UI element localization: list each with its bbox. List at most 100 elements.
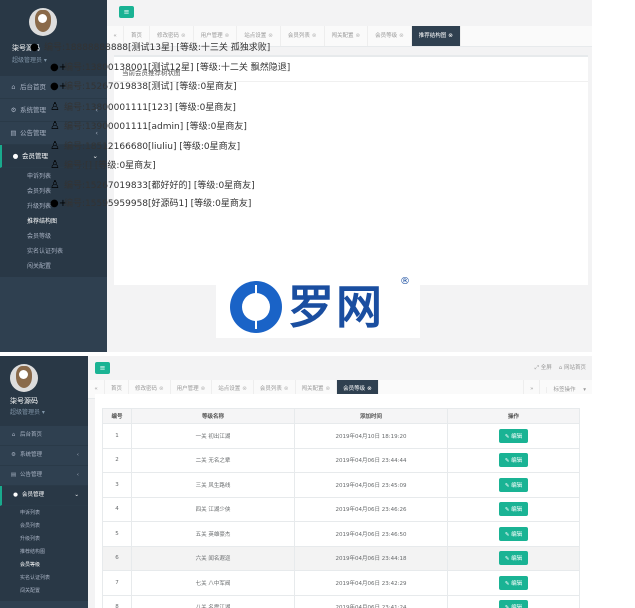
sub-config[interactable]: 闯关配置: [0, 259, 107, 274]
tab-level[interactable]: 会员等级 ⊗: [368, 26, 412, 46]
cell-name: 五关 英雄豪杰: [131, 521, 295, 547]
table-row: 3 三关 风生路线 2019年04月06日 23:45:09 ✎ 编辑: [102, 472, 580, 498]
tree-node[interactable]: ●+编号:13800138001[测试12星] [等级:十二关 飘然隐退]: [30, 58, 290, 78]
folder-icon: ▤: [10, 129, 17, 137]
tree-root[interactable]: ● 编号:18888888888[测试13星] [等级:十三关 孤独求败]: [30, 38, 290, 58]
close-icon[interactable]: ⊗: [242, 386, 247, 392]
close-icon[interactable]: ⊗: [356, 33, 361, 39]
sub-realname[interactable]: 实名认证列表: [0, 244, 107, 259]
cell-name: 八关 名震江湖: [131, 594, 295, 608]
cell-time: 2019年04月06日 23:46:50: [294, 521, 448, 547]
user-role[interactable]: 超级管理员 ▾: [10, 407, 45, 416]
edit-button[interactable]: ✎ 编辑: [498, 575, 529, 590]
tree-node[interactable]: ♙ 编号:18512166680[liuliu] [等级:0星商友]: [30, 136, 290, 156]
cell-id: 3: [102, 472, 132, 498]
edit-button[interactable]: ✎ 编辑: [498, 526, 529, 541]
sub-level[interactable]: 会员等级: [0, 559, 88, 572]
cell-action: ✎ 编辑: [447, 496, 580, 522]
table-row: 6 六关 闻名遐迩 2019年04月06日 23:44:18 ✎ 编辑: [102, 545, 580, 571]
cell-time: 2019年04月06日 23:44:18: [294, 545, 448, 571]
cell-time: 2019年04月06日 23:45:09: [294, 472, 448, 498]
edit-label: 编辑: [511, 507, 523, 514]
close-icon[interactable]: ⊗: [201, 386, 206, 392]
cell-action: ✎ 编辑: [447, 545, 580, 571]
sub-realname[interactable]: 实名认证列表: [0, 572, 88, 585]
close-icon[interactable]: ⊗: [312, 33, 317, 39]
table-row: 8八关 名震江湖2019年04月06日 23:41:24 ✎ 编辑: [102, 594, 580, 608]
avatar[interactable]: [29, 8, 57, 36]
person-icon: ♙: [50, 138, 60, 152]
close-icon[interactable]: ⊗: [399, 33, 404, 39]
close-icon[interactable]: ⊗: [284, 386, 289, 392]
edit-label: 编辑: [511, 531, 523, 538]
sub-tree[interactable]: 推荐结构图: [0, 546, 88, 559]
chevron-left-icon: ‹: [76, 472, 79, 478]
logo-text: 罗网: [288, 280, 384, 334]
home-icon: ⌂: [11, 432, 16, 438]
sub-appeal[interactable]: 申诉列表: [0, 507, 88, 520]
fullscreen-button[interactable]: ⤢ 全屏: [535, 365, 552, 371]
cell-id: 6: [102, 545, 132, 571]
edit-label: 编辑: [511, 482, 523, 489]
menu-toggle-button[interactable]: ≡: [119, 6, 134, 18]
edit-label: 编辑: [511, 433, 523, 440]
level-table: 编号 等级名称 添加时间 操作 1 一关 初出江湖 2019年04月10日 18:1…: [102, 408, 580, 608]
nav-home[interactable]: ⌂ 后台首页: [0, 426, 88, 446]
col-time: 添加时间: [294, 408, 448, 424]
edit-button[interactable]: ✎ 编辑: [498, 502, 529, 517]
user-plus-icon: ●+: [50, 61, 68, 73]
edit-button[interactable]: ✎ 编辑: [498, 428, 529, 443]
user-icon: ●: [30, 42, 39, 53]
edit-label: 编辑: [511, 556, 523, 563]
edit-button[interactable]: ✎ 编辑: [498, 453, 529, 468]
edit-button[interactable]: ✎ 编辑: [498, 551, 529, 566]
nav-member[interactable]: ● 会员管理 ⌄: [0, 486, 88, 506]
sub-tree[interactable]: 推荐结构图: [0, 214, 107, 229]
close-icon[interactable]: ⊗: [448, 33, 453, 39]
cell-name: 二关 无名之辈: [131, 447, 295, 473]
tab-config[interactable]: 闯关配置 ⊗: [325, 26, 369, 46]
watermark-logo: 罗网 ®: [216, 276, 420, 338]
cell-id: 1: [102, 423, 132, 449]
cell-action: ✎ 编辑: [447, 423, 580, 449]
close-icon[interactable]: ⊗: [159, 386, 164, 392]
tree-node[interactable]: ♙ 编号:13900001111[admin] [等级:0星商友]: [30, 116, 290, 136]
chevron-left-icon: ‹: [76, 452, 79, 458]
site-home-button[interactable]: ⌂ 网站首页: [559, 365, 586, 371]
tree-node[interactable]: ♙ 编号:[] [等级:0星商友]: [30, 155, 290, 175]
tab-tree[interactable]: 推荐结构图 ⊗: [411, 26, 461, 46]
nav-system[interactable]: ⚙ 系统管理 ‹: [0, 446, 88, 466]
table-row: 1 一关 初出江湖 2019年04月10日 18:19:20 ✎ 编辑: [102, 423, 580, 449]
cell-name: 四关 江湖少侠: [131, 496, 295, 522]
top-right-tools: ⤢ 全屏 ⌂ 网站首页: [535, 363, 586, 372]
cell-id: 4: [102, 496, 132, 522]
cell-action: ✎ 编辑: [447, 521, 580, 547]
close-icon[interactable]: ⊗: [367, 386, 372, 392]
close-icon[interactable]: ⊗: [326, 386, 331, 392]
tree-node[interactable]: ●+编号:15267019838[测试] [等级:0星商友]: [30, 77, 290, 97]
logo-icon: [230, 281, 282, 333]
profile: 柒号源码 超级管理员 ▾: [0, 356, 88, 426]
sub-upgrade[interactable]: 升级列表: [0, 533, 88, 546]
sidebar: 柒号源码 超级管理员 ▾ ⌂ 后台首页 ⚙ 系统管理 ‹ ▤ 公告管理 ‹ ● 会员管理 ⌄ …: [0, 356, 88, 608]
user-plus-icon: ●+: [50, 81, 68, 92]
table-row: 7 七关 八中军阀 2019年04月06日 23:42:29 ✎ 编辑: [102, 570, 580, 596]
sub-config[interactable]: 闯关配置: [0, 585, 88, 598]
table-row: 5 五关 英雄豪杰 2019年04月06日 23:46:50 ✎ 编辑: [102, 521, 580, 547]
edit-button[interactable]: ✎ 编辑: [498, 600, 529, 608]
menu-toggle-button[interactable]: ≡: [95, 362, 110, 374]
cell-action: ✎ 编辑: [447, 472, 580, 498]
edit-button[interactable]: ✎ 编辑: [498, 477, 529, 492]
cell-id: 5: [102, 521, 132, 547]
tree-node[interactable]: ♙ 编号:13800001111[123] [等级:0星商友]: [30, 97, 290, 117]
cell-id: 8: [102, 594, 132, 608]
user-icon: ●: [12, 152, 19, 160]
sub-member-list[interactable]: 会员列表: [0, 520, 88, 533]
tree-node[interactable]: ●+编号:15595959958[好源码1] [等级:0星商友]: [30, 194, 290, 214]
cell-time: 2019年04月10日 18:19:20: [294, 423, 448, 449]
tree-node[interactable]: ♙ 编号:15267019833[都好好的] [等级:0星商友]: [30, 175, 290, 195]
nav-notice[interactable]: ▤ 公告管理 ‹: [0, 466, 88, 486]
avatar[interactable]: [10, 364, 38, 392]
cell-name: 六关 闻名遐迩: [131, 545, 295, 571]
sub-level[interactable]: 会员等级: [0, 229, 107, 244]
